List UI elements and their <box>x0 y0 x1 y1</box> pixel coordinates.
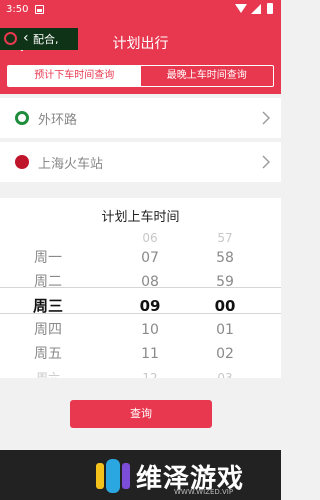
minute-option[interactable]: 59 <box>195 272 255 292</box>
ring-marker-icon <box>15 111 29 125</box>
watermark-url: WWW.WIZED.VIP <box>174 488 234 496</box>
chevron-left-icon: ‹ <box>23 30 29 46</box>
battery-icon <box>267 3 273 14</box>
minute-option-selected[interactable]: 00 <box>195 296 255 316</box>
day-option-selected[interactable]: 周三 <box>18 296 78 316</box>
query-button[interactable]: 查询 <box>70 400 212 428</box>
day-option[interactable]: 周一 <box>18 248 78 268</box>
bottom-left-bar: ‹ 配合, <box>0 28 78 50</box>
status-bar: 3:50 <box>0 0 281 20</box>
minute-option[interactable]: 02 <box>195 344 255 364</box>
record-icon <box>4 32 17 45</box>
tab-group: 预计下车时间查询 最晚上车时间查询 <box>7 65 274 87</box>
minute-option[interactable]: 03 <box>195 368 255 378</box>
hour-option[interactable]: 11 <box>120 344 180 364</box>
bottom-left-text: 配合, <box>33 33 59 46</box>
hour-option-selected[interactable]: 09 <box>120 296 180 316</box>
hour-option[interactable]: 10 <box>120 320 180 340</box>
dot-marker-icon <box>15 155 29 169</box>
status-time: 3:50 <box>6 4 29 15</box>
wifi-icon <box>235 4 247 13</box>
tab-latest-boarding[interactable]: 最晚上车时间查询 <box>141 66 274 86</box>
time-picker-panel: 计划上车时间 周一 周二 周三 周四 周五 周六 06 07 08 09 10 … <box>0 198 281 378</box>
time-picker[interactable]: 周一 周二 周三 周四 周五 周六 06 07 08 09 10 11 12 5… <box>0 226 281 378</box>
day-option[interactable]: 周五 <box>18 344 78 364</box>
picker-title: 计划上车时间 <box>101 210 180 225</box>
from-station-row[interactable]: 外环路 <box>0 98 281 138</box>
watermark-logo-icon <box>96 459 130 493</box>
signal-icon <box>251 4 261 14</box>
day-option[interactable]: 周四 <box>18 320 78 340</box>
chevron-right-icon <box>262 111 270 125</box>
hour-option[interactable]: 08 <box>120 272 180 292</box>
to-station-name: 上海火车站 <box>38 157 104 172</box>
notification-icon <box>35 5 44 14</box>
tab-estimated-arrival[interactable]: 预计下车时间查询 <box>8 66 141 86</box>
hour-option[interactable]: 07 <box>120 248 180 268</box>
day-option[interactable]: 周六 <box>18 368 78 378</box>
to-station-row[interactable]: 上海火车站 <box>0 142 281 182</box>
minute-option[interactable]: 58 <box>195 248 255 268</box>
minute-option[interactable]: 57 <box>195 228 255 248</box>
hour-option[interactable]: 06 <box>120 228 180 248</box>
hour-option[interactable]: 12 <box>120 368 180 378</box>
tab-bar: 预计下车时间查询 最晚上车时间查询 <box>0 64 281 94</box>
from-station-name: 外环路 <box>38 113 78 128</box>
day-option[interactable]: 周二 <box>18 272 78 292</box>
chevron-right-icon <box>262 155 270 169</box>
minute-option[interactable]: 01 <box>195 320 255 340</box>
